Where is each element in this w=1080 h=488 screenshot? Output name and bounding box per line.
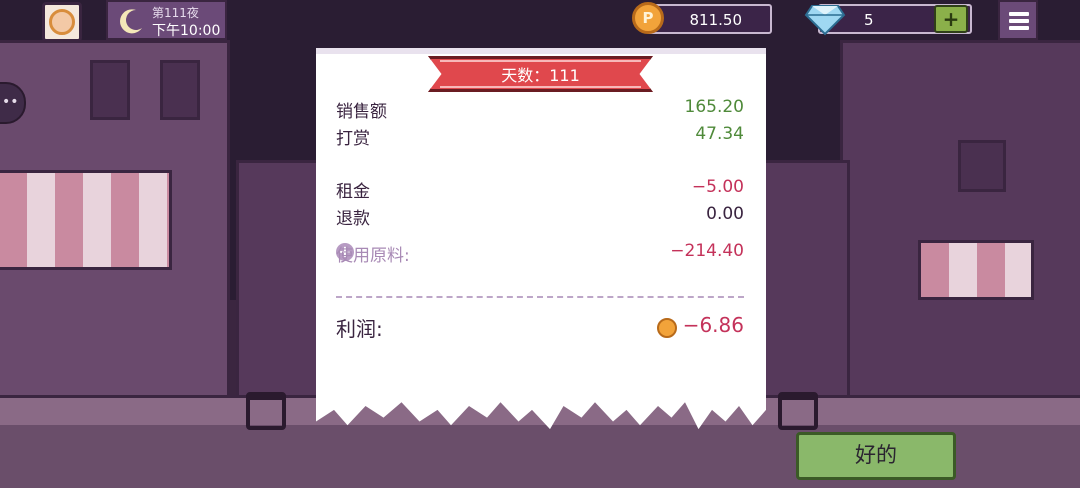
rent-label: 租金 bbox=[336, 182, 370, 202]
night-counter: 第111夜 bbox=[152, 6, 199, 20]
refund-amount: 0.00 bbox=[706, 204, 744, 224]
ingredients-label: 使用原料: bbox=[336, 246, 410, 266]
menu-icon bbox=[1009, 12, 1029, 16]
coin-icon-small bbox=[657, 318, 677, 338]
divider bbox=[336, 296, 744, 298]
ok-button[interactable]: 好的 bbox=[796, 432, 956, 480]
day-time-panel: 第111夜 下午10:00 bbox=[106, 0, 227, 40]
coin-amount: 811.50 bbox=[689, 11, 743, 29]
day-banner-text: 天数：111 bbox=[501, 66, 580, 85]
refund-label: 退款 bbox=[336, 209, 370, 229]
rent-amount: −5.00 bbox=[691, 177, 744, 197]
clock-text: 下午10:00 bbox=[152, 23, 221, 39]
coin-icon: P bbox=[632, 2, 664, 34]
tips-label: 打赏 bbox=[336, 129, 370, 149]
tips-amount: 47.34 bbox=[695, 124, 744, 144]
profit-amount: −6.86 bbox=[682, 313, 744, 337]
profit-label: 利润: bbox=[336, 317, 383, 341]
gem-amount: 5 bbox=[864, 11, 874, 29]
diamond-icon bbox=[804, 5, 846, 36]
moon-icon bbox=[120, 9, 142, 34]
player-avatar[interactable] bbox=[42, 2, 82, 42]
sales-amount: 165.20 bbox=[684, 97, 744, 117]
day-banner: 天数：111 bbox=[428, 56, 653, 92]
sales-label: 销售额 bbox=[336, 102, 387, 122]
buy-gems-button[interactable]: + bbox=[934, 5, 968, 33]
menu-button[interactable] bbox=[998, 0, 1038, 40]
coin-balance: 811.50 bbox=[646, 4, 772, 34]
ingredients-amount: −214.40 bbox=[670, 241, 744, 261]
